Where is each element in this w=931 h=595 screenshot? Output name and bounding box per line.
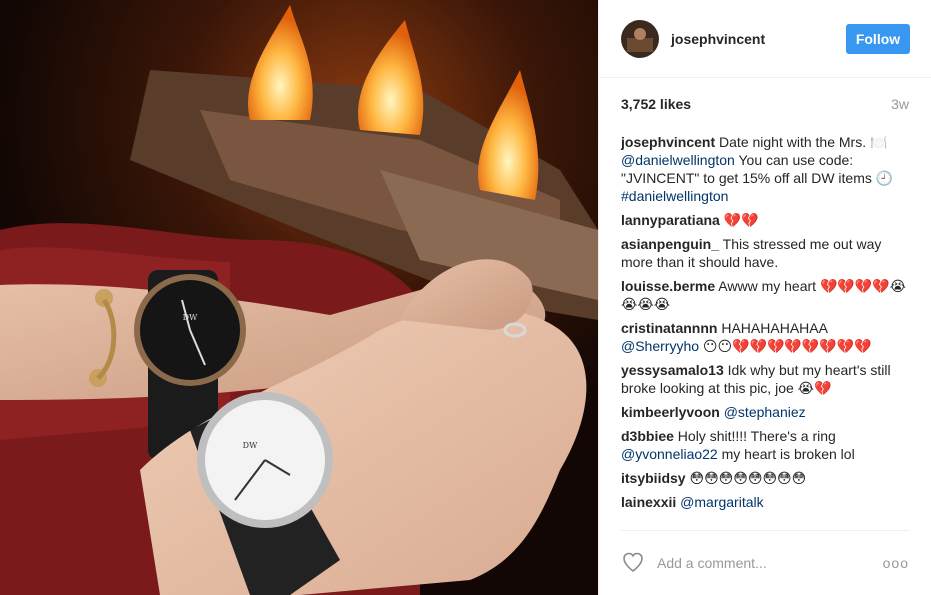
comment-item: louisse.berme Awww my heart 💔💔💔💔😭😭😭😭 <box>621 277 909 313</box>
comment-username[interactable]: cristinatannnn <box>621 320 717 336</box>
add-comment-input[interactable] <box>657 555 883 571</box>
comment-mention[interactable]: @stephaniez <box>724 404 806 420</box>
comment-mention[interactable]: @yvonneliao22 <box>621 446 718 462</box>
post-header: josephvincent Follow <box>599 0 931 78</box>
post-time[interactable]: 3w <box>891 96 909 112</box>
comment-text: 😳😳😳😳😳😳😳😳 <box>689 470 807 486</box>
comment-mention[interactable]: @Sherryyho <box>621 338 699 354</box>
comment-bar: ooo <box>621 530 909 595</box>
comment-item: cristinatannnn HAHAHAHAHAA @Sherryyho 😶😶… <box>621 319 909 355</box>
comment-username[interactable]: lannyparatiana <box>621 212 720 228</box>
post-username[interactable]: josephvincent <box>671 31 846 47</box>
caption-hashtag[interactable]: #danielwellington <box>621 188 728 204</box>
comment-username[interactable]: asianpenguin_ <box>621 236 719 252</box>
comment-item: d3bbiee Holy shit!!!! There's a ring @yv… <box>621 427 909 463</box>
comment-username[interactable]: yessysamalo13 <box>621 362 724 378</box>
comment-item: kimbeerlyvoon @stephaniez <box>621 403 909 421</box>
comment-item: lainexxii @margaritalk <box>621 493 909 511</box>
comment-username[interactable]: lainexxii <box>621 494 676 510</box>
comment-username[interactable]: louisse.berme <box>621 278 715 294</box>
comment-text: 💔💔 <box>723 212 759 228</box>
heart-icon[interactable] <box>621 550 645 577</box>
photo-image: DW DW <box>0 0 598 595</box>
caption: josephvincent Date night with the Mrs. 🍽… <box>621 133 909 205</box>
svg-text:DW: DW <box>243 441 258 450</box>
caption-text: Date night with the Mrs. 🍽️ <box>719 134 888 150</box>
avatar[interactable] <box>621 19 659 58</box>
comment-item: itsybiidsy 😳😳😳😳😳😳😳😳 <box>621 469 909 487</box>
comment-text-after: 😶😶💔💔💔💔💔💔💔💔 <box>702 338 872 354</box>
comment-text: HAHAHAHAHAA <box>721 320 828 336</box>
caption-mention[interactable]: @danielwellington <box>621 152 735 168</box>
comment-username[interactable]: itsybiidsy <box>621 470 686 486</box>
comments-list: josephvincent Date night with the Mrs. 🍽… <box>621 133 909 517</box>
comment-text-after: my heart is broken lol <box>721 446 855 462</box>
comment-username[interactable]: josephvincent <box>621 134 715 150</box>
post-view: DW DW josephvincent Follow 3,752 likes 3… <box>0 0 931 595</box>
more-options-icon[interactable]: ooo <box>883 555 909 571</box>
comment-item: asianpenguin_ This stressed me out way m… <box>621 235 909 271</box>
likes-count[interactable]: 3,752 likes <box>621 96 691 112</box>
comment-text: Holy shit!!!! There's a ring <box>677 428 836 444</box>
comment-mention[interactable]: @margaritalk <box>680 494 763 510</box>
post-side-panel: josephvincent Follow 3,752 likes 3w jose… <box>598 0 931 595</box>
likes-row: 3,752 likes 3w <box>621 96 909 112</box>
comment-username[interactable]: kimbeerlyvoon <box>621 404 720 420</box>
comment-item: lannyparatiana 💔💔 <box>621 211 909 229</box>
comment-username[interactable]: d3bbiee <box>621 428 674 444</box>
post-photo[interactable]: DW DW <box>0 0 598 595</box>
comment-item: yessysamalo13 Idk why but my heart's sti… <box>621 361 909 397</box>
follow-button[interactable]: Follow <box>846 23 910 54</box>
